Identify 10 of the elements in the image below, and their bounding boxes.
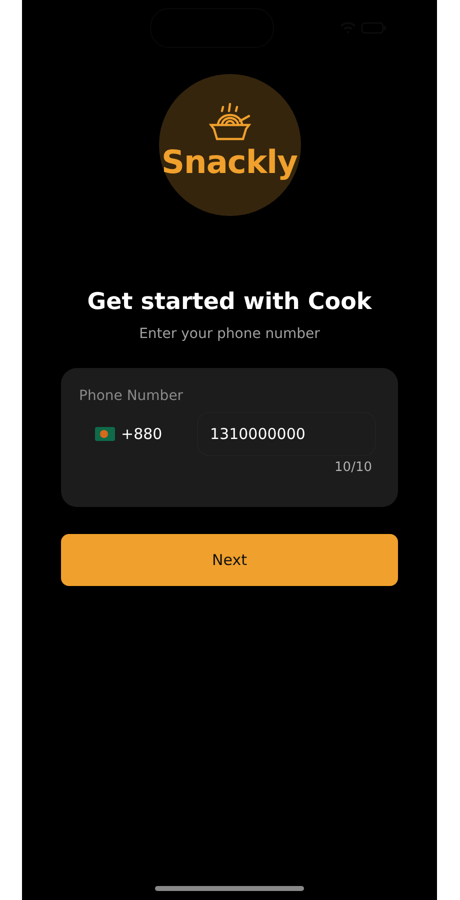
noodle-bowl-icon bbox=[208, 103, 252, 143]
page-title: Get started with Cook bbox=[87, 288, 372, 317]
field-label: Phone Number bbox=[79, 387, 184, 406]
character-counter: 10/10 bbox=[334, 460, 373, 475]
phone-input-field[interactable]: 1310000000 bbox=[197, 412, 376, 456]
logo-wordmark: Snackly bbox=[160, 143, 298, 181]
country-code-selector[interactable]: +880 bbox=[79, 412, 183, 456]
flag-icon bbox=[95, 427, 115, 441]
page-subtitle: Enter your phone number bbox=[139, 325, 320, 344]
next-button[interactable]: Next bbox=[61, 534, 398, 586]
